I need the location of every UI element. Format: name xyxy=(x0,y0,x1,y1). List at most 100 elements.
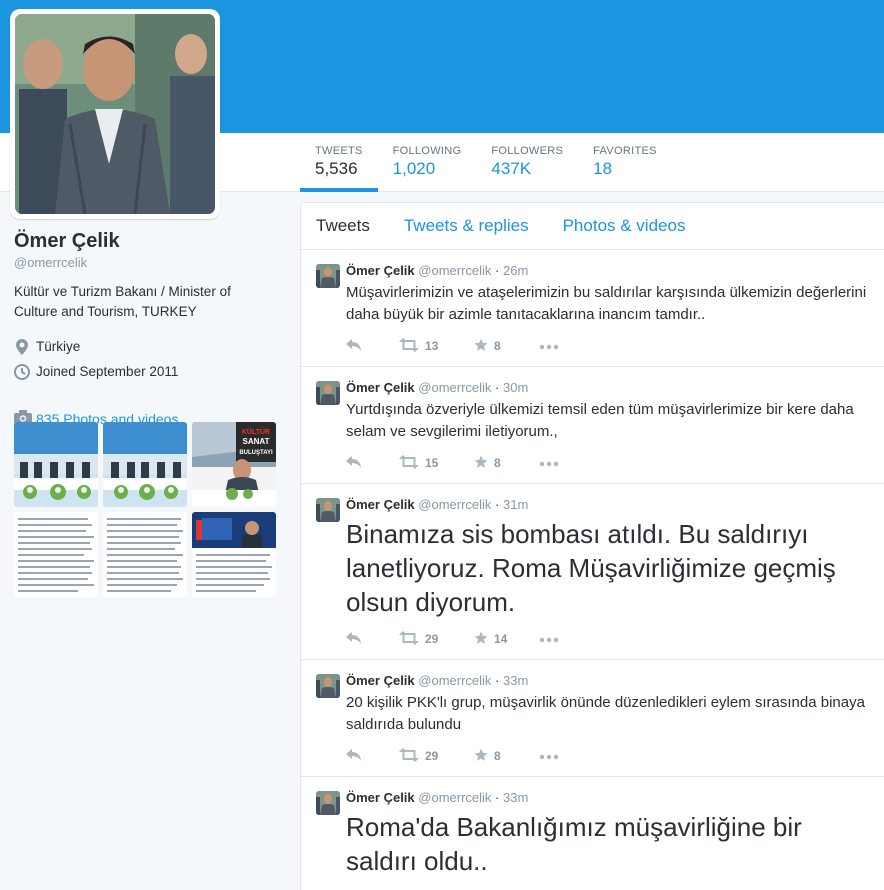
stat-label: FAVORITES xyxy=(593,145,657,157)
photo-thumb-3[interactable]: KÜLTÜR SANAT BULUŞTAYI xyxy=(192,422,276,507)
joined-text: Joined September 2011 xyxy=(36,364,179,379)
more-button[interactable] xyxy=(539,632,559,646)
photo-thumb-6[interactable] xyxy=(192,512,276,597)
stat-label: TWEETS xyxy=(315,145,363,157)
tweet[interactable]: Ömer Çelik @omerrcelik · 26m Müşavirlerim… xyxy=(301,250,884,367)
tweet-text: Binamıza sis bombası atıldı. Bu saldırıy… xyxy=(346,519,836,617)
profile-name[interactable]: Ömer Çelik xyxy=(14,230,284,253)
tweet-avatar[interactable] xyxy=(316,381,340,405)
stream-tabs: Tweets Tweets & replies Photos & videos xyxy=(301,203,884,250)
favorite-button[interactable]: 14 xyxy=(474,631,539,648)
reply-button[interactable] xyxy=(346,748,399,764)
tweet-text: Müşavirlerimizin ve ataşelerimizin bu sa… xyxy=(346,284,867,323)
tweet[interactable]: Ömer Çelik @omerrcelik · 31m Binamıza sis… xyxy=(301,484,884,660)
photo-thumb-2[interactable] xyxy=(103,422,187,507)
reply-button[interactable] xyxy=(346,455,399,471)
star-icon xyxy=(474,748,488,765)
tweet-author-handle[interactable]: @omerrcelik xyxy=(418,497,491,512)
tweet[interactable]: Ömer Çelik @omerrcelik · 30m Yurtdışında … xyxy=(301,367,884,484)
profile-handle[interactable]: @omerrcelik xyxy=(14,255,284,270)
tweet-avatar[interactable] xyxy=(316,264,340,288)
tweet-timestamp[interactable]: 30m xyxy=(503,380,528,395)
stat-value: 18 xyxy=(593,159,613,178)
retweet-button[interactable]: 13 xyxy=(399,337,474,355)
location-pin-icon xyxy=(14,338,30,355)
retweet-count: 15 xyxy=(425,456,439,470)
tweet-timestamp[interactable]: 33m xyxy=(503,790,528,805)
stat-followers[interactable]: FOLLOWERS 437K xyxy=(476,133,578,192)
favorite-button[interactable]: 8 xyxy=(474,338,539,355)
tweet-timestamp[interactable]: 31m xyxy=(503,497,528,512)
photo-thumb-4[interactable] xyxy=(14,512,98,597)
photo-thumb-1[interactable] xyxy=(14,422,98,507)
stat-value: 1,020 xyxy=(392,159,436,178)
thumb-overlay-line-2: SANAT xyxy=(243,437,270,446)
star-icon xyxy=(474,455,488,472)
tweet-author-name[interactable]: Ömer Çelik xyxy=(346,673,415,688)
tweet-author-handle[interactable]: @omerrcelik xyxy=(418,790,491,805)
tweet-text: 20 kişilik PKK'lı grup, müşavirlik önünd… xyxy=(346,694,865,733)
tweet-author-name[interactable]: Ömer Çelik xyxy=(346,497,415,512)
stat-label: FOLLOWING xyxy=(392,145,462,157)
retweet-count: 29 xyxy=(425,632,439,646)
tweet-avatar[interactable] xyxy=(316,674,340,698)
tweet-author-handle[interactable]: @omerrcelik xyxy=(418,673,491,688)
tweet-author-name[interactable]: Ömer Çelik xyxy=(346,380,415,395)
reply-button[interactable] xyxy=(346,631,399,647)
more-button[interactable] xyxy=(539,339,559,353)
stat-favorites[interactable]: FAVORITES 18 xyxy=(578,133,672,192)
reply-icon xyxy=(346,748,362,764)
retweet-icon xyxy=(399,337,419,355)
tweet[interactable]: Ömer Çelik @omerrcelik · 33m 20 kişilik P… xyxy=(301,660,884,777)
tweet-stream: Tweets Tweets & replies Photos & videos Öm… xyxy=(300,202,884,890)
profile-location: Türkiye xyxy=(14,334,284,359)
profile-joined: Joined September 2011 xyxy=(14,359,284,384)
tweet-list: Ömer Çelik @omerrcelik · 26m Müşavirlerim… xyxy=(301,250,884,890)
tab-tweets-replies[interactable]: Tweets & replies xyxy=(404,216,529,236)
more-button[interactable] xyxy=(539,749,559,763)
stat-label: FOLLOWERS xyxy=(491,145,564,157)
stat-value: 5,536 xyxy=(315,159,358,178)
tweet-author-handle[interactable]: @omerrcelik xyxy=(418,380,491,395)
tweet-actions: 15 8 xyxy=(346,443,869,483)
tweet-timestamp[interactable]: 26m xyxy=(503,263,528,278)
tweet-actions: 29 14 xyxy=(346,619,869,659)
tweet-author-name[interactable]: Ömer Çelik xyxy=(346,790,415,805)
tweet-actions: 29 8 xyxy=(346,736,869,776)
profile-stats: TWEETS 5,536 FOLLOWING 1,020 FOLLOWERS 437K FA… xyxy=(300,133,672,192)
favorite-button[interactable]: 8 xyxy=(474,748,539,765)
thumb-overlay-line-1: KÜLTÜR xyxy=(242,427,270,436)
tab-photos-videos[interactable]: Photos & videos xyxy=(563,216,686,236)
favorite-count: 8 xyxy=(494,456,501,470)
photo-thumb-5[interactable] xyxy=(103,512,187,597)
tweet-avatar[interactable] xyxy=(316,791,340,815)
more-dots-icon xyxy=(539,749,559,763)
favorite-count: 8 xyxy=(494,749,501,763)
retweet-button[interactable]: 29 xyxy=(399,747,474,765)
retweet-icon xyxy=(399,747,419,765)
stat-tweets[interactable]: TWEETS 5,536 xyxy=(300,133,378,192)
retweet-button[interactable]: 29 xyxy=(399,630,474,648)
tweet-avatar[interactable] xyxy=(316,498,340,522)
retweet-button[interactable]: 15 xyxy=(399,454,474,472)
tweet-text: Roma'da Bakanlığımız müşavirliğine bir s… xyxy=(346,812,802,876)
tweet[interactable]: Ömer Çelik @omerrcelik · 33m Roma'da Baka… xyxy=(301,777,884,890)
calendar-clock-icon xyxy=(14,363,30,380)
tweet-author-name[interactable]: Ömer Çelik xyxy=(346,263,415,278)
tweet-header: Ömer Çelik @omerrcelik · 31m xyxy=(346,497,529,512)
profile-avatar[interactable] xyxy=(10,9,220,219)
tweet-timestamp[interactable]: 33m xyxy=(503,673,528,688)
more-button[interactable] xyxy=(539,456,559,470)
tweet-header: Ömer Çelik @omerrcelik · 33m xyxy=(346,790,529,805)
reply-button[interactable] xyxy=(346,338,399,354)
stat-following[interactable]: FOLLOWING 1,020 xyxy=(378,133,477,192)
tweet-author-handle[interactable]: @omerrcelik xyxy=(418,263,491,278)
favorite-count: 14 xyxy=(494,632,508,646)
more-dots-icon xyxy=(539,339,559,353)
star-icon xyxy=(474,338,488,355)
tab-tweets[interactable]: Tweets xyxy=(316,216,370,236)
favorite-count: 8 xyxy=(494,339,501,353)
reply-icon xyxy=(346,631,362,647)
tweet-actions xyxy=(346,878,869,890)
favorite-button[interactable]: 8 xyxy=(474,455,539,472)
